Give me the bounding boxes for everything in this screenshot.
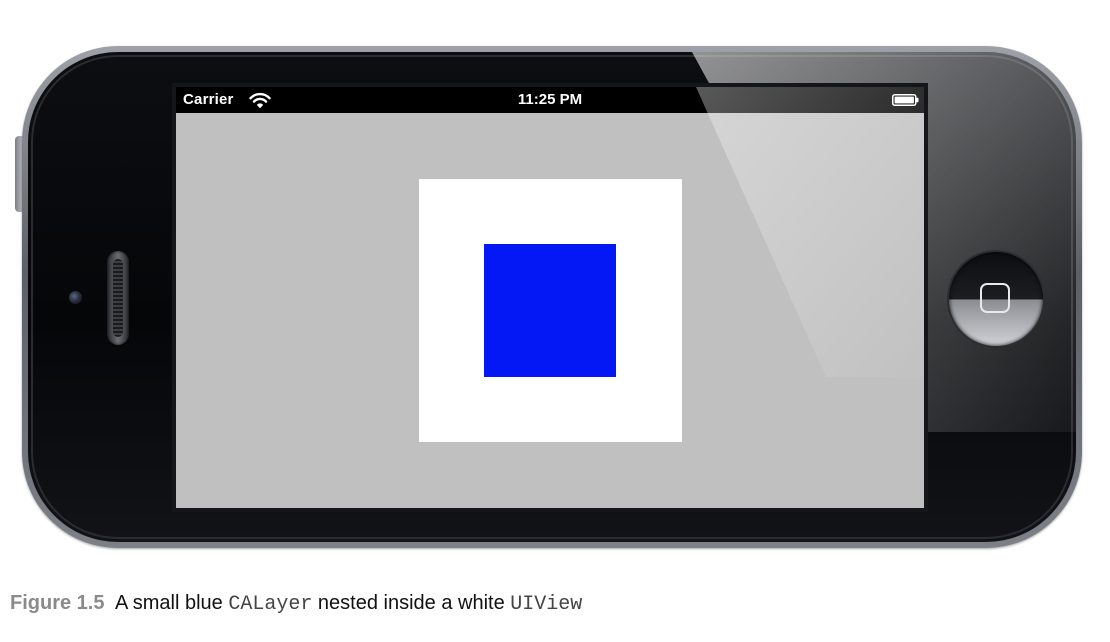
app-content-area (176, 113, 924, 508)
caption-code-uiview: UIView (510, 593, 583, 616)
caption-text-before: A small blue (114, 592, 223, 614)
device-screen: Carrier 11:25 PM (176, 87, 924, 508)
figure-page: Carrier 11:25 PM Figure 1.5 A small blue… (0, 0, 1110, 642)
figure-label: Figure 1.5 (10, 592, 105, 614)
caption-code-calayer: CALayer (228, 593, 313, 616)
status-time: 11:25 PM (517, 91, 583, 108)
front-camera (69, 291, 82, 304)
blue-calayer (484, 244, 616, 377)
battery-icon (892, 94, 919, 106)
caption-text-middle: nested inside a white (317, 592, 505, 614)
figure-caption: Figure 1.5 A small blue CALayer nested i… (10, 592, 582, 616)
white-uiview (419, 179, 682, 442)
home-square-icon (980, 283, 1010, 313)
status-bar: Carrier 11:25 PM (176, 87, 924, 113)
earpiece-speaker (107, 251, 129, 345)
home-button[interactable] (949, 252, 1043, 346)
